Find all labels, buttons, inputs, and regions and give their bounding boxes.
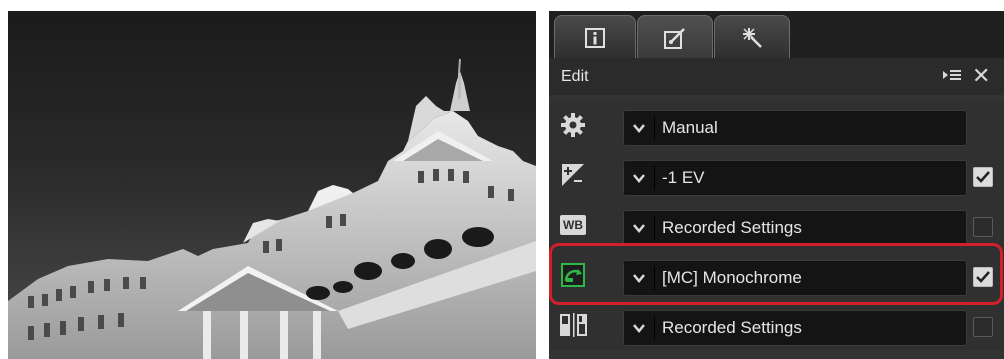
sparkle-wand-icon [743, 27, 762, 48]
building-illustration [8, 58, 536, 359]
chevron-down-icon [624, 211, 654, 245]
row-active-d-lighting: Recorded Settings [549, 301, 1004, 350]
exposure-checkbox[interactable] [973, 167, 993, 187]
monochrome-photo-preview [8, 11, 536, 359]
panel-menu-icon[interactable] [942, 66, 962, 89]
palette-tab-bar [549, 11, 1004, 59]
edit-brush-icon [664, 27, 685, 49]
edit-title: Edit [561, 68, 589, 85]
dropdown-value: [MC] Monochrome [662, 268, 802, 287]
tab-info[interactable] [554, 15, 636, 59]
exposure-compensation-icon [559, 161, 587, 189]
row-picture-control-mode: Manual [549, 101, 1004, 150]
dropdown-value: Manual [662, 118, 718, 137]
gear-icon [559, 111, 587, 139]
picture-control-checkbox[interactable] [973, 267, 993, 287]
active-d-lighting-checkbox[interactable] [973, 317, 993, 337]
chevron-down-icon [624, 111, 654, 145]
edit-palette: Edit ✕ Manual -1 EV WB Recorded Settings… [549, 11, 1004, 359]
info-icon [585, 27, 605, 48]
edit-header: Edit ✕ [549, 58, 1004, 95]
dropdown-value: Recorded Settings [662, 218, 802, 237]
picture-control-icon [559, 261, 587, 289]
mode-dropdown[interactable]: Manual [623, 110, 967, 146]
row-exposure-compensation: -1 EV [549, 151, 1004, 200]
dropdown-value: Recorded Settings [662, 318, 802, 337]
white-balance-checkbox[interactable] [973, 217, 993, 237]
white-balance-dropdown[interactable]: Recorded Settings [623, 210, 967, 246]
tab-retouch[interactable] [714, 15, 790, 59]
chevron-down-icon [624, 311, 654, 345]
white-balance-icon: WB [559, 211, 587, 239]
chevron-down-icon [624, 261, 654, 295]
close-icon[interactable]: ✕ [972, 63, 990, 89]
row-picture-control: [MC] Monochrome [549, 251, 1004, 300]
dropdown-value: -1 EV [662, 168, 705, 187]
chevron-down-icon [624, 161, 654, 195]
row-white-balance: WB Recorded Settings [549, 201, 1004, 250]
exposure-dropdown[interactable]: -1 EV [623, 160, 967, 196]
active-d-lighting-dropdown[interactable]: Recorded Settings [623, 310, 967, 346]
active-d-lighting-icon [559, 311, 593, 339]
picture-control-dropdown[interactable]: [MC] Monochrome [623, 260, 967, 296]
tab-edit[interactable] [637, 15, 713, 59]
